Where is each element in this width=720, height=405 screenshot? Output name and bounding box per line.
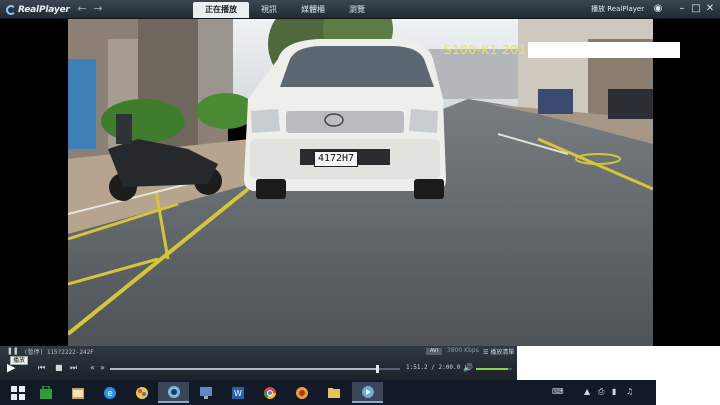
video-frame[interactable]: 4172H7 [68,19,653,346]
explorer-icon[interactable] [62,382,93,403]
battery-icon[interactable]: ▮ [612,387,616,396]
restore-icon[interactable]: □ [690,3,702,15]
fast-forward-icon[interactable]: » [100,364,105,372]
logo-text: RealPlayer [18,4,70,15]
ie-icon[interactable]: e [94,382,125,403]
previous-icon[interactable]: ⏮ [38,364,45,372]
license-plate: 4172H7 [314,151,358,167]
volume-tray-icon[interactable]: ♫ [626,387,633,396]
tab-bar: 正在播放 視訊 媒體櫃 瀏覽 [193,2,377,18]
video-area[interactable]: 4172H7 S100-K1 2017 [0,19,720,346]
seek-bar-fill [110,368,377,370]
seek-bar-handle[interactable] [375,365,379,373]
volume-slider-fill [476,368,509,370]
rewind-icon[interactable]: « [90,364,95,372]
realplayer-swoosh-icon [6,4,16,15]
realplayer-window: RealPlayer ← → 正在播放 視訊 媒體櫃 瀏覽 播放 RealPla… [0,0,720,405]
windows-taskbar: e W ⌨ ▲ ⎙ ▮ ♫ [0,380,656,405]
play-button[interactable]: ▶ [7,362,19,374]
printer-icon[interactable]: ⎙ [598,387,604,396]
video-overlay-text: S100-K1 2017 [444,43,535,57]
seek-bar[interactable] [110,365,400,373]
game-icon[interactable] [286,382,317,403]
realplayer-icon[interactable] [158,382,189,403]
playlist-label: 播放清單 [490,349,515,356]
monitor-icon[interactable] [190,382,221,403]
street-scene [68,19,653,346]
blank-panel [517,346,720,380]
tab-browse[interactable]: 瀏覽 [337,2,377,18]
brand-label: 播放 RealPlayer [591,5,645,13]
network-icon[interactable]: ▲ [584,387,590,396]
word-icon[interactable]: W [222,382,253,403]
minimize-icon[interactable]: – [676,3,688,15]
pause-small-icon[interactable]: ❚❚ [7,347,19,355]
store-icon[interactable] [30,382,61,403]
playlist-button[interactable]: ☰ 播放清單 [483,347,514,356]
close-icon[interactable]: ✕ [704,3,716,15]
realplayer-logo[interactable]: RealPlayer [6,3,70,16]
tab-video[interactable]: 視訊 [249,2,289,18]
volume-icon[interactable]: 🔊 [463,364,473,372]
keyboard-icon[interactable]: ⌨ [552,387,564,396]
paint-icon[interactable] [126,382,157,403]
bitrate-label: 3800 Kbps [447,347,479,354]
title-bar: RealPlayer ← → 正在播放 視訊 媒體櫃 瀏覽 播放 RealPla… [0,0,720,19]
svg-text:W: W [234,389,242,398]
eye-icon[interactable]: ◉ [652,3,664,15]
overlay-mask [528,42,680,58]
realplayer-active-icon[interactable] [352,382,383,403]
back-arrow-icon[interactable]: ← [76,3,88,15]
svg-text:e: e [107,389,113,399]
tab-library[interactable]: 媒體櫃 [289,2,337,18]
format-badge: AVI [426,348,442,355]
volume-slider[interactable] [476,368,512,370]
control-bar: ❚❚ (暫停) 115?2222-242F AVI 3800 Kbps ☰ 播放… [0,346,517,380]
next-icon[interactable]: ⏭ [70,364,77,372]
forward-arrow-icon[interactable]: → [92,3,104,15]
windows-start-icon[interactable] [2,382,33,403]
tab-now-playing[interactable]: 正在播放 [193,2,249,18]
folder-icon[interactable] [318,382,349,403]
chrome-icon[interactable] [254,382,285,403]
time-display: 1:51.2 / 2:00.0 [406,364,461,371]
stop-icon[interactable]: ■ [55,364,63,372]
now-playing-info: (暫停) 115?2222-242F [24,349,94,356]
